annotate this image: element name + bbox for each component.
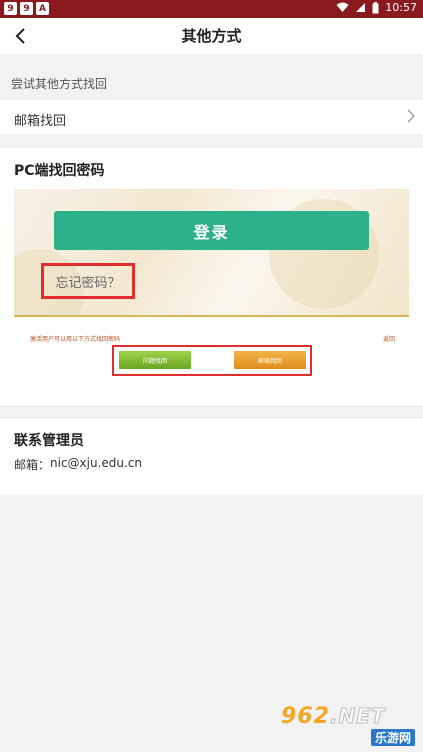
contact-admin-card: 联系管理员 邮箱： nic@xju.edu.cn: [0, 419, 423, 495]
pc-recovery-heading: PC端找回密码: [14, 163, 105, 179]
watermark-logo: 962.NET 乐游网: [281, 704, 417, 746]
pc-login-screenshot: 登录 忘记密码？: [14, 189, 409, 317]
wifi-icon: [336, 2, 349, 12]
screenshot-back-link: 返回: [382, 336, 395, 343]
screenshot-instruction: 激活用户可以用以下方式找回密码: [30, 336, 121, 343]
email-recovery-label: 邮箱找回: [14, 114, 67, 129]
watermark-number: 962: [281, 704, 330, 729]
pc-recovery-card: PC端找回密码 登录 忘记密码？ 激活用户可以用以下方式找回密码 返回 问题找回…: [0, 148, 423, 405]
screenshot-highlight-box: 问题找回 邮箱找回: [112, 345, 312, 376]
chevron-right-icon: [407, 109, 415, 123]
watermark-text: 乐游网: [370, 729, 415, 746]
status-bar: 9 9 A 10:57: [0, 0, 423, 18]
notification-badge: 9: [4, 2, 17, 15]
notification-icons: 9 9 A: [4, 2, 49, 15]
notification-badge: 9: [20, 2, 33, 15]
contact-admin-heading: 联系管理员: [14, 433, 84, 449]
screenshot-question-button: 问题找回: [119, 351, 191, 369]
nav-bar: 其他方式: [0, 18, 423, 54]
screenshot-email-button: 邮箱找回: [234, 351, 306, 369]
admin-email-label: 邮箱：: [14, 458, 51, 472]
page-title: 其他方式: [181, 27, 242, 45]
signal-icon: [356, 3, 366, 12]
battery-icon: [372, 1, 379, 13]
notification-badge: A: [36, 2, 49, 15]
screenshot-login-button: 登录: [54, 211, 369, 250]
screenshot-forgot-password: 忘记密码？: [41, 263, 135, 299]
email-recovery-row[interactable]: 邮箱找回: [0, 100, 423, 134]
pc-recovery-options-screenshot: 激活用户可以用以下方式找回密码 返回 问题找回 邮箱找回: [14, 329, 409, 383]
section-hint: 尝试其他方式找回: [11, 77, 108, 91]
clock: 10:57: [385, 1, 417, 14]
admin-email-value: nic@xju.edu.cn: [50, 456, 143, 470]
admin-email-row: 邮箱： nic@xju.edu.cn: [14, 456, 142, 473]
watermark-suffix: .NET: [329, 704, 386, 729]
